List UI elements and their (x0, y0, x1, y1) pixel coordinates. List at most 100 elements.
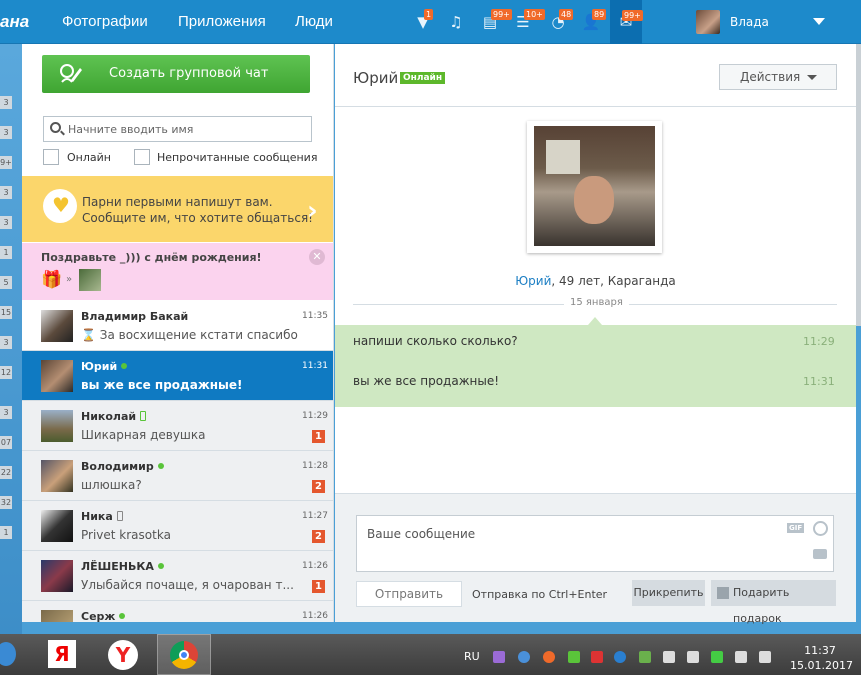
system-clock[interactable]: 11:37 15.01.2017 (790, 643, 853, 673)
tray-speaker-red-icon[interactable] (591, 651, 603, 663)
conversation-header: Юрий Онлайн Действия (335, 44, 856, 107)
nav-people[interactable]: Люди (295, 13, 333, 30)
promo-text: Парни первыми напишут вам. Сообщите им, … (82, 194, 313, 226)
tray-chrome-icon[interactable] (518, 651, 530, 663)
site-logo[interactable]: ана (0, 12, 29, 32)
birthday-title: Поздравьте _))) с днём рождения! (41, 251, 262, 264)
windows-taskbar: Я Y RU 11:37 15.01.2017 (0, 634, 861, 675)
bubble-tail (588, 317, 602, 325)
birthday-friend-avatar[interactable] (79, 269, 101, 291)
tray-update-icon[interactable] (543, 651, 555, 663)
close-icon[interactable]: ✕ (309, 249, 325, 265)
messages-icon[interactable]: ✉ 99+ (610, 0, 643, 44)
chat-item-leshenka[interactable]: ЛЁШЕНЬКА 11:26 Улыбайся почаще, я очаров… (22, 551, 333, 601)
contact-profile-link[interactable]: Юрий (515, 274, 551, 288)
strip-counter: 12 (0, 366, 12, 379)
chat-name: Ника (81, 510, 123, 523)
tray-nvidia-icon[interactable] (639, 651, 651, 663)
chat-time: 11:26 (302, 561, 328, 571)
avatar (41, 560, 73, 592)
promo-line: Сообщите им, что хотите общаться! (82, 211, 313, 225)
unread-filter-checkbox[interactable] (134, 149, 150, 165)
strip-counter: 3 (0, 216, 12, 229)
birthday-banner[interactable]: Поздравьте _))) с днём рождения! ✕ 🎁 » (22, 243, 333, 300)
online-status-icon (119, 613, 126, 619)
chat-item-nikolay[interactable]: Николай 11:29 Шикарная девушка 1 (22, 401, 333, 451)
discussions-icon[interactable]: ☰ 10+ (512, 9, 545, 33)
gift-icon[interactable]: 🎁 (41, 270, 62, 290)
gif-icon[interactable]: GIF (787, 523, 805, 533)
tray-power-icon[interactable] (614, 651, 626, 663)
chat-item-vladimir[interactable]: Владимир Бакай 11:35 ⌛ За восхищение кст… (22, 301, 333, 351)
contact-name[interactable]: Юрий (353, 69, 398, 87)
flag-icon[interactable] (759, 651, 771, 663)
chat-item-yuriy[interactable]: Юрий 11:31 вы же все продажные! (22, 351, 333, 401)
chrome-icon[interactable] (157, 634, 211, 675)
chat-name: Серж (81, 610, 126, 622)
hourglass-icon: ⌛ (81, 328, 96, 342)
contact-details: , 49 лет, Караганда (551, 274, 676, 288)
unread-count-badge: 2 (312, 480, 325, 493)
create-group-chat-button[interactable]: Создать групповой чат (42, 55, 310, 93)
notifications-icon[interactable]: ◔ 48 (547, 9, 574, 33)
online-filter-checkbox[interactable] (43, 149, 59, 165)
yandex-browser-icon[interactable]: Y (100, 634, 148, 675)
guests-icon[interactable]: ▼ 1 (412, 9, 434, 33)
tray-feather-icon[interactable] (493, 651, 505, 663)
start-icon[interactable] (0, 634, 38, 675)
nav-photos[interactable]: Фотографии (62, 13, 148, 30)
strip-counter: 1 (0, 246, 12, 259)
strip-counter: 3 (0, 96, 12, 109)
chat-preview: Privet krasotka (81, 528, 171, 542)
attach-button[interactable]: Прикрепить (632, 580, 705, 606)
arrow-right-icon: » (66, 274, 73, 285)
chevron-right-icon[interactable]: › (307, 196, 318, 226)
search-input[interactable]: Начните вводить имя (43, 116, 312, 142)
conversation-panel: Юрий Онлайн Действия Юрий, 49 лет, Караг… (335, 44, 856, 625)
notifications-badge: 48 (559, 9, 574, 20)
online-filter-label[interactable]: Онлайн (67, 151, 111, 164)
nav-apps[interactable]: Приложения (178, 13, 266, 30)
avatar (41, 610, 73, 622)
actions-dropdown[interactable]: Действия (719, 64, 837, 90)
send-button[interactable]: Отправить (356, 581, 462, 607)
chat-time: 11:26 (302, 611, 328, 621)
promo-banner[interactable]: Парни первыми напишут вам. Сообщите им, … (22, 176, 333, 242)
message-text: напиши сколько сколько? (353, 334, 518, 348)
camera-icon[interactable] (813, 549, 827, 559)
yandex-icon[interactable]: Я (40, 634, 88, 675)
chat-item-serzh[interactable]: Серж 11:26 (22, 601, 333, 622)
contact-photo[interactable] (527, 121, 662, 253)
strip-counter: 15 (0, 306, 12, 319)
chat-name-text: Серж (81, 610, 116, 622)
chat-item-nika[interactable]: Ника 11:27 Privet krasotka 2 (22, 501, 333, 551)
tray-pen-icon[interactable] (568, 651, 580, 663)
friends-icon[interactable]: 👤 89 (580, 9, 607, 33)
user-menu-chevron-down-icon[interactable] (813, 18, 825, 25)
chat-list-sidebar: Создать групповой чат Начните вводить им… (22, 44, 334, 622)
user-name[interactable]: Влада (730, 15, 769, 29)
gift-icon (717, 587, 729, 599)
unread-filter-label[interactable]: Непрочитанные сообщения (157, 151, 317, 164)
user-avatar[interactable] (696, 10, 720, 34)
message-bubble: напиши сколько сколько? 11:29 вы же все … (335, 325, 856, 407)
events-icon[interactable]: ▤ 99+ (479, 9, 512, 33)
network-icon[interactable] (687, 651, 699, 663)
volume-icon[interactable] (663, 651, 675, 663)
scrollbar[interactable] (856, 44, 861, 326)
chat-preview: вы же все продажные! (81, 378, 243, 392)
mobile-status-icon (140, 411, 147, 421)
smile-icon[interactable] (813, 521, 828, 536)
clock-date: 15.01.2017 (790, 659, 853, 672)
photo-window-shape (546, 140, 580, 174)
message-input[interactable]: Ваше сообщение GIF (356, 515, 834, 572)
language-indicator[interactable]: RU (464, 650, 480, 663)
chat-item-volodymyr[interactable]: Володимир 11:28 шлюшка? 2 (22, 451, 333, 501)
music-icon[interactable]: ♫ (445, 11, 467, 33)
clock-time: 11:37 (804, 644, 836, 657)
send-gift-button[interactable]: Подарить подарок (711, 580, 836, 625)
display-icon[interactable] (735, 651, 747, 663)
online-status-badge: Онлайн (400, 72, 446, 84)
download-icon[interactable] (711, 651, 723, 663)
chat-name: Юрий (81, 360, 128, 373)
